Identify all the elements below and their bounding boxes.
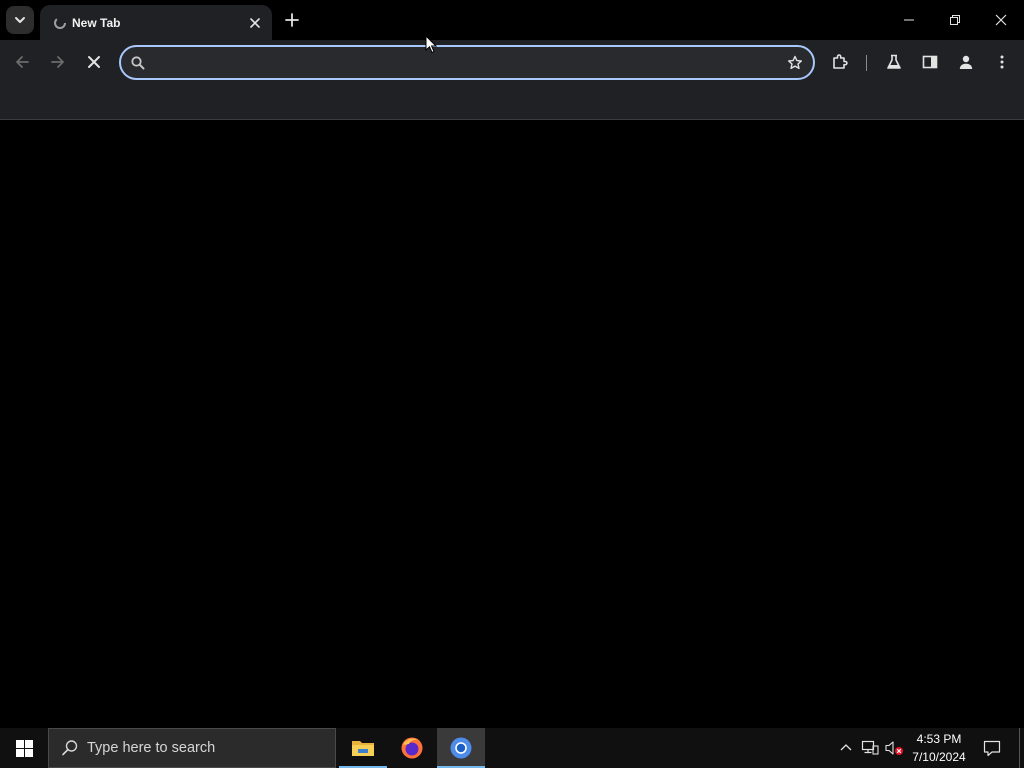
search-icon [62, 740, 78, 756]
volume-tray-button[interactable] [884, 738, 904, 758]
back-button[interactable] [8, 48, 36, 76]
network-tray-button[interactable] [860, 738, 880, 758]
stop-icon [88, 56, 100, 68]
close-icon [995, 14, 1007, 26]
person-icon [959, 55, 973, 69]
bookmarks-bar [0, 84, 1024, 120]
windows-logo-icon [15, 739, 33, 757]
taskbar-search-box[interactable]: Type here to search [48, 728, 336, 768]
taskbar-app-file-explorer[interactable] [339, 728, 387, 768]
extensions-button[interactable] [826, 48, 854, 76]
restore-icon [950, 15, 960, 25]
search-icon [131, 56, 145, 70]
bookmark-star-icon[interactable] [785, 53, 805, 73]
volume-muted-icon [885, 741, 903, 755]
taskbar-clock[interactable]: 4:53 PM 7/10/2024 [908, 730, 970, 766]
plus-icon [285, 13, 299, 27]
more-vertical-icon [1000, 55, 1004, 69]
new-tab-button[interactable] [280, 8, 304, 32]
minimize-button[interactable] [886, 0, 932, 40]
taskbar-search-placeholder: Type here to search [87, 740, 216, 756]
notification-icon [983, 740, 1001, 757]
network-icon [861, 740, 879, 755]
restore-button[interactable] [932, 0, 978, 40]
labs-button[interactable] [880, 48, 908, 76]
stop-loading-button[interactable] [80, 48, 108, 76]
forward-button[interactable] [44, 48, 72, 76]
desktop-screen: New Tab Type here to search 4:53 PM 7/10… [0, 0, 1024, 768]
side-panel-button[interactable] [916, 48, 944, 76]
minimize-icon [904, 19, 914, 21]
tab-title: New Tab [72, 15, 121, 30]
toolbar-divider [866, 55, 867, 71]
firefox-icon [401, 737, 423, 759]
tab-close-icon[interactable] [246, 14, 264, 32]
address-input[interactable] [155, 50, 775, 75]
chevron-up-icon [840, 744, 852, 751]
puzzle-icon [833, 54, 848, 69]
windows-taskbar: Type here to search 4:53 PM 7/10/2024 [0, 728, 1024, 768]
action-center-button[interactable] [978, 728, 1006, 768]
chromium-icon [450, 737, 472, 759]
taskbar-app-chromium[interactable] [437, 728, 485, 768]
mouse-cursor-icon [425, 35, 437, 54]
browser-titlebar: New Tab [0, 0, 1024, 40]
clock-date: 7/10/2024 [912, 750, 966, 764]
clock-time: 4:53 PM [916, 732, 962, 746]
start-button[interactable] [0, 728, 48, 768]
page-content [0, 121, 1024, 728]
folder-icon [352, 741, 374, 756]
flask-icon [887, 54, 901, 69]
close-window-button[interactable] [978, 0, 1024, 40]
browser-toolbar [0, 40, 1024, 84]
tab-search-button[interactable] [6, 6, 34, 34]
profile-button[interactable] [952, 48, 980, 76]
address-bar[interactable] [119, 45, 815, 80]
show-hidden-icons-button[interactable] [836, 738, 856, 758]
arrow-left-icon [16, 56, 29, 68]
side-panel-icon [922, 55, 938, 69]
tab-new-tab[interactable]: New Tab [40, 5, 272, 40]
show-desktop-button[interactable] [1019, 728, 1024, 768]
taskbar-app-firefox[interactable] [388, 728, 436, 768]
arrow-right-icon [51, 56, 64, 68]
chevron-down-icon [15, 17, 25, 23]
menu-button[interactable] [988, 48, 1016, 76]
loading-icon [52, 15, 68, 31]
